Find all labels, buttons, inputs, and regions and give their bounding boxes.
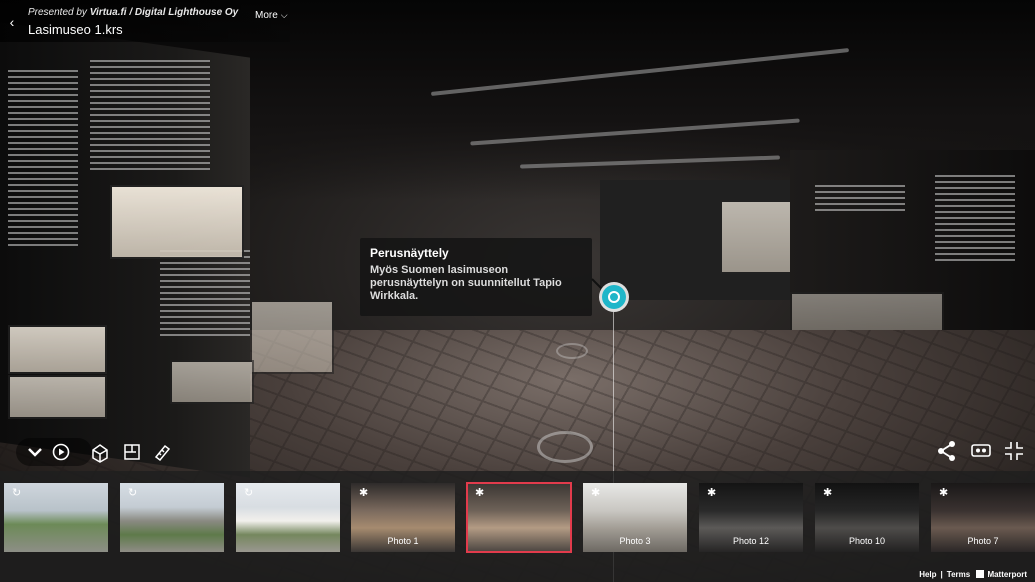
highlight-thumbnail-5[interactable]: ✱ — [466, 482, 572, 553]
play-icon[interactable] — [50, 438, 72, 466]
matterport-link[interactable]: Matterport — [976, 570, 1027, 579]
share-icon[interactable] — [937, 440, 957, 462]
terms-link[interactable]: Terms — [947, 570, 970, 579]
highlight-label: Photo 3 — [619, 536, 651, 546]
360-icon: ↻ — [12, 487, 22, 499]
walk-icon: ✱ — [475, 487, 485, 499]
highlight-thumbnail-9[interactable]: ✱ Photo 7 — [931, 483, 1035, 552]
footer: Help | Terms Matterport — [919, 570, 1027, 579]
back-icon[interactable]: ‹ — [6, 14, 18, 30]
walk-icon: ✱ — [359, 487, 369, 499]
mattertag-description: Myös Suomen lasimuseon perusnäyttelyn on… — [370, 264, 562, 302]
dollhouse-icon[interactable] — [90, 438, 110, 466]
360-icon: ↻ — [128, 487, 138, 499]
wall-text — [935, 175, 1015, 265]
presented-by-prefix: Presented by — [28, 7, 87, 18]
mattertag-card: Perusnäyttely Myös Suomen lasimuseon per… — [360, 238, 592, 316]
more-label: More — [255, 10, 278, 21]
walk-icon: ✱ — [939, 487, 949, 499]
mattertag-icon[interactable] — [602, 285, 626, 309]
matterport-logo-icon — [976, 570, 985, 578]
walk-icon: ✱ — [823, 487, 833, 499]
wall-text — [8, 70, 78, 250]
360-icon: ↻ — [244, 487, 254, 499]
display-case — [8, 375, 107, 419]
floorplan-icon[interactable] — [122, 438, 142, 466]
matterport-brand: Matterport — [987, 570, 1027, 579]
mattertag-title: Perusnäyttely — [370, 246, 449, 260]
chevron-down-icon[interactable] — [24, 438, 46, 466]
highlight-thumbnail-7[interactable]: ✱ Photo 12 — [699, 483, 803, 552]
navigation-cursor[interactable] — [556, 343, 588, 359]
fullscreen-icon[interactable] — [1003, 440, 1025, 462]
highlight-thumbnail-3[interactable]: ↻ — [236, 483, 340, 552]
highlight-thumbnail-8[interactable]: ✱ Photo 10 — [815, 483, 919, 552]
highlight-label: Photo 10 — [848, 536, 886, 546]
help-link[interactable]: Help — [919, 570, 936, 579]
more-button[interactable]: More ⌵ — [255, 10, 288, 21]
presented-by: Presented by Virtua.fi / Digital Lightho… — [28, 7, 238, 18]
highlight-label: Photo 7 — [967, 536, 999, 546]
highlight-thumbnail-4[interactable]: ✱ Photo 1 — [351, 483, 455, 552]
wall-text — [815, 185, 905, 215]
display-case — [110, 185, 244, 259]
display-case — [170, 360, 254, 404]
display-case — [250, 300, 334, 374]
presented-by-brand[interactable]: Virtua.fi / Digital Lighthouse Oy — [90, 7, 239, 18]
model-title: Lasimuseo 1.krs — [28, 22, 123, 37]
highlight-label: Photo 12 — [732, 536, 770, 546]
chevron-down-icon: ⌵ — [280, 10, 288, 20]
highlight-thumbnail-1[interactable]: ↻ — [4, 483, 108, 552]
highlight-thumbnail-2[interactable]: ↻ — [120, 483, 224, 552]
wall-text — [160, 250, 250, 340]
highlight-thumbnail-6[interactable]: ✱ Photo 3 — [583, 483, 687, 552]
highlight-label: Photo 1 — [387, 536, 419, 546]
walk-icon: ✱ — [707, 487, 717, 499]
display-case — [720, 200, 794, 274]
vr-icon[interactable] — [970, 440, 992, 462]
walk-icon: ✱ — [591, 487, 601, 499]
display-case — [8, 325, 107, 374]
footer-separator: | — [940, 570, 943, 579]
navigation-cursor[interactable] — [537, 431, 593, 463]
measure-icon[interactable] — [152, 438, 172, 466]
wall-text — [90, 60, 210, 170]
